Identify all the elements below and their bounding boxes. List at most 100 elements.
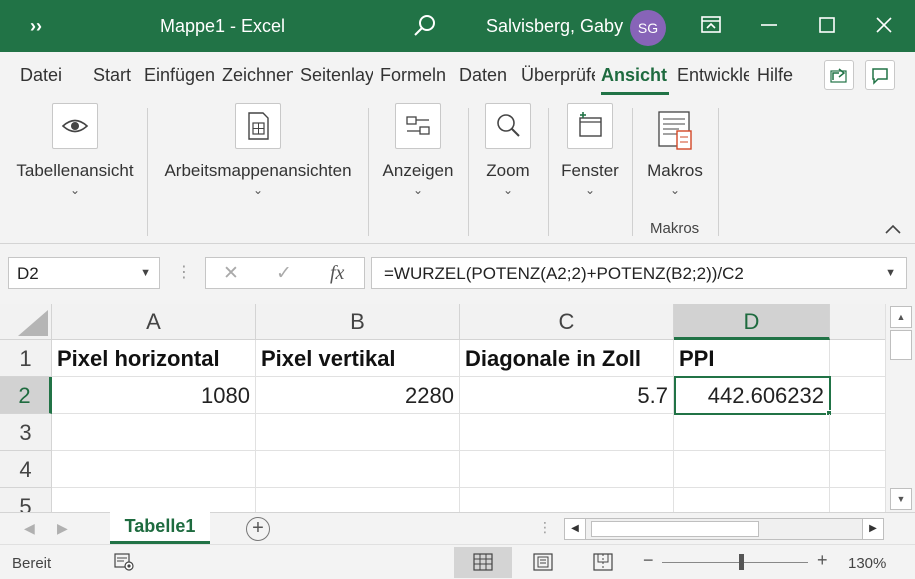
horizontal-scrollbar[interactable]: ◀ ▶ bbox=[564, 518, 884, 540]
cell-e1[interactable] bbox=[830, 340, 885, 377]
name-box[interactable]: D2 ▼ bbox=[8, 257, 160, 289]
sheet-tab-tabelle1[interactable]: Tabelle1 bbox=[110, 512, 210, 544]
cancel-icon[interactable]: ✕ bbox=[223, 262, 239, 285]
tab-einfuegen[interactable]: Einfügen bbox=[144, 65, 216, 86]
makros-button[interactable]: Makros ⌄ bbox=[642, 107, 708, 197]
tab-formeln[interactable]: Formeln bbox=[380, 65, 452, 86]
page-layout-view-icon[interactable] bbox=[514, 547, 572, 578]
cell-b3[interactable] bbox=[256, 414, 460, 451]
tabellenansicht-button[interactable]: Tabellenansicht ⌄ bbox=[14, 103, 136, 197]
tab-seitenlayout[interactable]: Seitenlayout bbox=[300, 65, 373, 86]
chevron-down-icon[interactable]: ▼ bbox=[140, 267, 151, 279]
vertical-scrollbar[interactable]: ▲ ▼ bbox=[885, 304, 915, 512]
tab-split-handle[interactable]: ⋮ bbox=[538, 519, 552, 536]
maximize-icon[interactable] bbox=[814, 12, 840, 38]
cell-c3[interactable] bbox=[460, 414, 674, 451]
user-name[interactable]: Salvisberg, Gaby bbox=[486, 16, 623, 37]
normal-view-icon[interactable] bbox=[454, 547, 512, 578]
tab-ueberpruefen[interactable]: Überprüfen bbox=[521, 65, 595, 86]
quick-access-toolbar-expand[interactable]: ›› bbox=[30, 16, 42, 37]
formula-bar-buttons: ✕ ✓ fx bbox=[205, 257, 365, 289]
status-bar: Bereit − + 130% bbox=[0, 544, 915, 579]
window-title: Mappe1 - Excel bbox=[160, 16, 286, 36]
zoom-out-button[interactable]: − bbox=[643, 550, 654, 571]
horizontal-scroll-thumb[interactable] bbox=[591, 521, 759, 537]
formula-input[interactable]: =WURZEL(POTENZ(A2;2)+POTENZ(B2;2))/C2 ▼ bbox=[371, 257, 907, 289]
anzeigen-button[interactable]: Anzeigen ⌄ bbox=[378, 103, 458, 197]
tab-start[interactable]: Start bbox=[93, 65, 137, 86]
zoom-button[interactable]: Zoom ⌄ bbox=[478, 103, 538, 197]
add-sheet-button[interactable]: + bbox=[246, 517, 270, 541]
sheet-next-icon[interactable]: ▶ bbox=[57, 520, 68, 537]
collapse-ribbon-icon[interactable] bbox=[884, 222, 902, 236]
cell-d4[interactable] bbox=[674, 451, 830, 488]
tab-hilfe[interactable]: Hilfe bbox=[757, 65, 801, 86]
cell-b5[interactable] bbox=[256, 488, 460, 512]
row-header-5[interactable]: 5 bbox=[0, 488, 52, 512]
avatar[interactable]: SG bbox=[630, 10, 666, 46]
cell-c4[interactable] bbox=[460, 451, 674, 488]
tab-daten[interactable]: Daten bbox=[459, 65, 515, 86]
tab-datei[interactable]: Datei bbox=[20, 65, 70, 86]
cell-e5[interactable] bbox=[830, 488, 885, 512]
scroll-right-icon[interactable]: ▶ bbox=[862, 518, 884, 540]
cell-d3[interactable] bbox=[674, 414, 830, 451]
cell-b2[interactable]: 2280 bbox=[256, 377, 460, 414]
page-break-preview-icon[interactable] bbox=[574, 547, 632, 578]
ribbon-display-options-icon[interactable] bbox=[698, 12, 724, 38]
cell-d2-active[interactable]: 442.606232 bbox=[674, 376, 831, 415]
group-label-makros: Makros bbox=[650, 220, 700, 237]
column-header-e[interactable] bbox=[830, 304, 885, 340]
cell-e2[interactable] bbox=[831, 377, 885, 414]
cell-a1[interactable]: Pixel horizontal bbox=[52, 340, 256, 377]
fenster-button[interactable]: Fenster ⌄ bbox=[558, 103, 622, 197]
cell-e4[interactable] bbox=[830, 451, 885, 488]
scroll-up-icon[interactable]: ▲ bbox=[890, 306, 912, 328]
tab-entwicklertools[interactable]: Entwicklertools bbox=[677, 65, 749, 86]
macro-recording-icon[interactable] bbox=[114, 553, 134, 571]
comments-button[interactable] bbox=[865, 60, 895, 90]
zoom-level[interactable]: 130% bbox=[848, 555, 886, 572]
column-header-b[interactable]: B bbox=[256, 304, 460, 340]
cell-a3[interactable] bbox=[52, 414, 256, 451]
arbeitsmappenansichten-button[interactable]: Arbeitsmappenansichten ⌄ bbox=[160, 103, 356, 197]
tabellenansicht-label: Tabellenansicht bbox=[16, 161, 134, 180]
show-icon bbox=[395, 103, 441, 149]
row-header-3[interactable]: 3 bbox=[0, 414, 52, 451]
zoom-slider-track[interactable] bbox=[662, 562, 808, 563]
sheet-prev-icon[interactable]: ◀ bbox=[24, 520, 35, 537]
row-header-2[interactable]: 2 bbox=[0, 377, 52, 414]
chevron-down-icon[interactable]: ▼ bbox=[885, 267, 896, 279]
column-header-a[interactable]: A bbox=[52, 304, 256, 340]
cell-a4[interactable] bbox=[52, 451, 256, 488]
cell-b1[interactable]: Pixel vertikal bbox=[256, 340, 460, 377]
cell-c1[interactable]: Diagonale in Zoll bbox=[460, 340, 674, 377]
cell-d1[interactable]: PPI bbox=[674, 340, 830, 377]
minimize-icon[interactable] bbox=[756, 12, 782, 38]
cell-a2[interactable]: 1080 bbox=[52, 377, 256, 414]
zoom-slider-thumb[interactable] bbox=[739, 554, 744, 570]
search-icon[interactable] bbox=[412, 13, 438, 39]
tab-zeichnen[interactable]: Zeichnen bbox=[222, 65, 293, 86]
cell-b4[interactable] bbox=[256, 451, 460, 488]
cell-e3[interactable] bbox=[830, 414, 885, 451]
select-all-button[interactable] bbox=[0, 304, 52, 340]
row-header-1[interactable]: 1 bbox=[0, 340, 52, 377]
scroll-left-icon[interactable]: ◀ bbox=[564, 518, 586, 540]
cell-c5[interactable] bbox=[460, 488, 674, 512]
vertical-scroll-thumb[interactable] bbox=[890, 330, 912, 360]
row-header-4[interactable]: 4 bbox=[0, 451, 52, 488]
cell-d5[interactable] bbox=[674, 488, 830, 512]
insert-function-icon[interactable]: fx bbox=[330, 262, 344, 285]
cell-c2[interactable]: 5.7 bbox=[460, 377, 674, 414]
close-icon[interactable] bbox=[871, 12, 897, 38]
cell-a5[interactable] bbox=[52, 488, 256, 512]
scroll-down-icon[interactable]: ▼ bbox=[890, 488, 912, 510]
zoom-in-button[interactable]: + bbox=[817, 550, 828, 571]
column-header-d[interactable]: D bbox=[674, 304, 830, 340]
column-header-c[interactable]: C bbox=[460, 304, 674, 340]
share-button[interactable] bbox=[824, 60, 854, 90]
tab-ansicht[interactable]: Ansicht bbox=[601, 65, 671, 86]
enter-icon[interactable]: ✓ bbox=[276, 262, 292, 285]
formula-bar-resize-handle[interactable]: ⋮ bbox=[176, 262, 192, 282]
